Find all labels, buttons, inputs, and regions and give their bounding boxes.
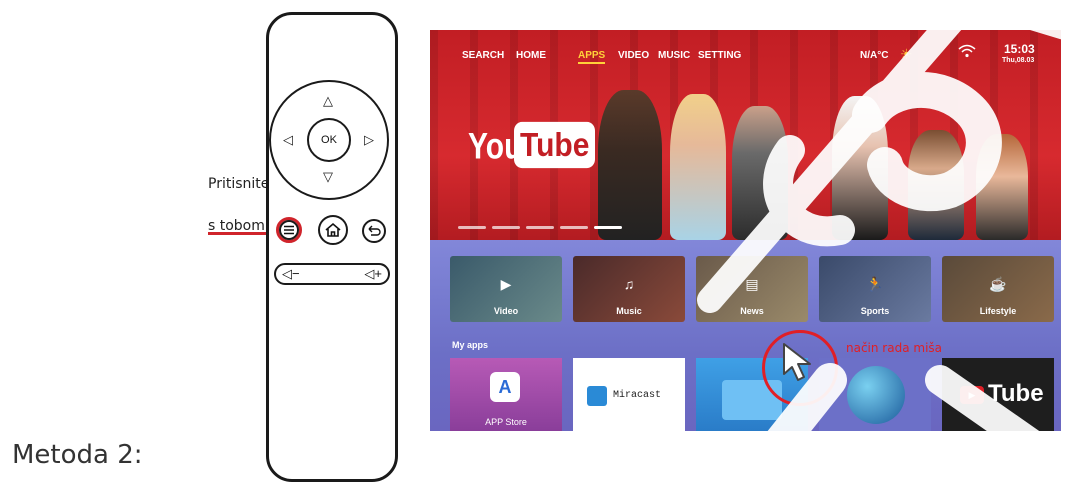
carousel-dot-2[interactable] xyxy=(492,226,520,229)
nav-search[interactable]: SEARCH xyxy=(462,50,504,61)
carousel-dot-3[interactable] xyxy=(526,226,554,229)
carousel-dot-1[interactable] xyxy=(458,226,486,229)
category-label: Video xyxy=(493,306,519,316)
dpad-down-button[interactable]: ▽ xyxy=(323,170,333,183)
play-icon: ▶ xyxy=(500,276,512,292)
app-store-icon: A xyxy=(490,372,520,402)
volume-down-button[interactable]: ◁− xyxy=(282,266,300,282)
volume-rocker: ◁− ◁+ xyxy=(274,263,390,285)
dpad-left-button[interactable]: ◁ xyxy=(283,133,293,146)
dpad-up-button[interactable]: △ xyxy=(323,94,333,107)
nav-apps[interactable]: APPS xyxy=(578,50,606,64)
my-apps-label: My apps xyxy=(452,340,489,350)
home-icon xyxy=(325,222,341,237)
method-heading: Metoda 2: xyxy=(12,440,143,470)
youtube-tube-text: Tube xyxy=(514,121,596,169)
ok-button[interactable]: OK xyxy=(307,118,351,162)
app-store-label: APP Store xyxy=(485,417,527,427)
miracast-icon xyxy=(587,386,607,406)
carousel-dot-5[interactable] xyxy=(594,226,622,229)
dpad-right-button[interactable]: ▷ xyxy=(364,133,374,146)
app-tile-app-store[interactable]: A APP Store xyxy=(450,358,562,431)
carousel-dot-4[interactable] xyxy=(560,226,588,229)
watermark xyxy=(697,0,1066,468)
nav-home[interactable]: HOME xyxy=(516,50,546,61)
menu-button[interactable] xyxy=(279,220,299,240)
category-tile-video[interactable]: ▶ Video xyxy=(450,256,562,322)
back-icon xyxy=(368,225,381,236)
home-button[interactable] xyxy=(318,215,348,245)
back-button[interactable] xyxy=(362,219,386,243)
volume-up-button[interactable]: ◁+ xyxy=(364,266,382,282)
pointer-line xyxy=(208,232,274,235)
menu-icon xyxy=(284,225,294,235)
